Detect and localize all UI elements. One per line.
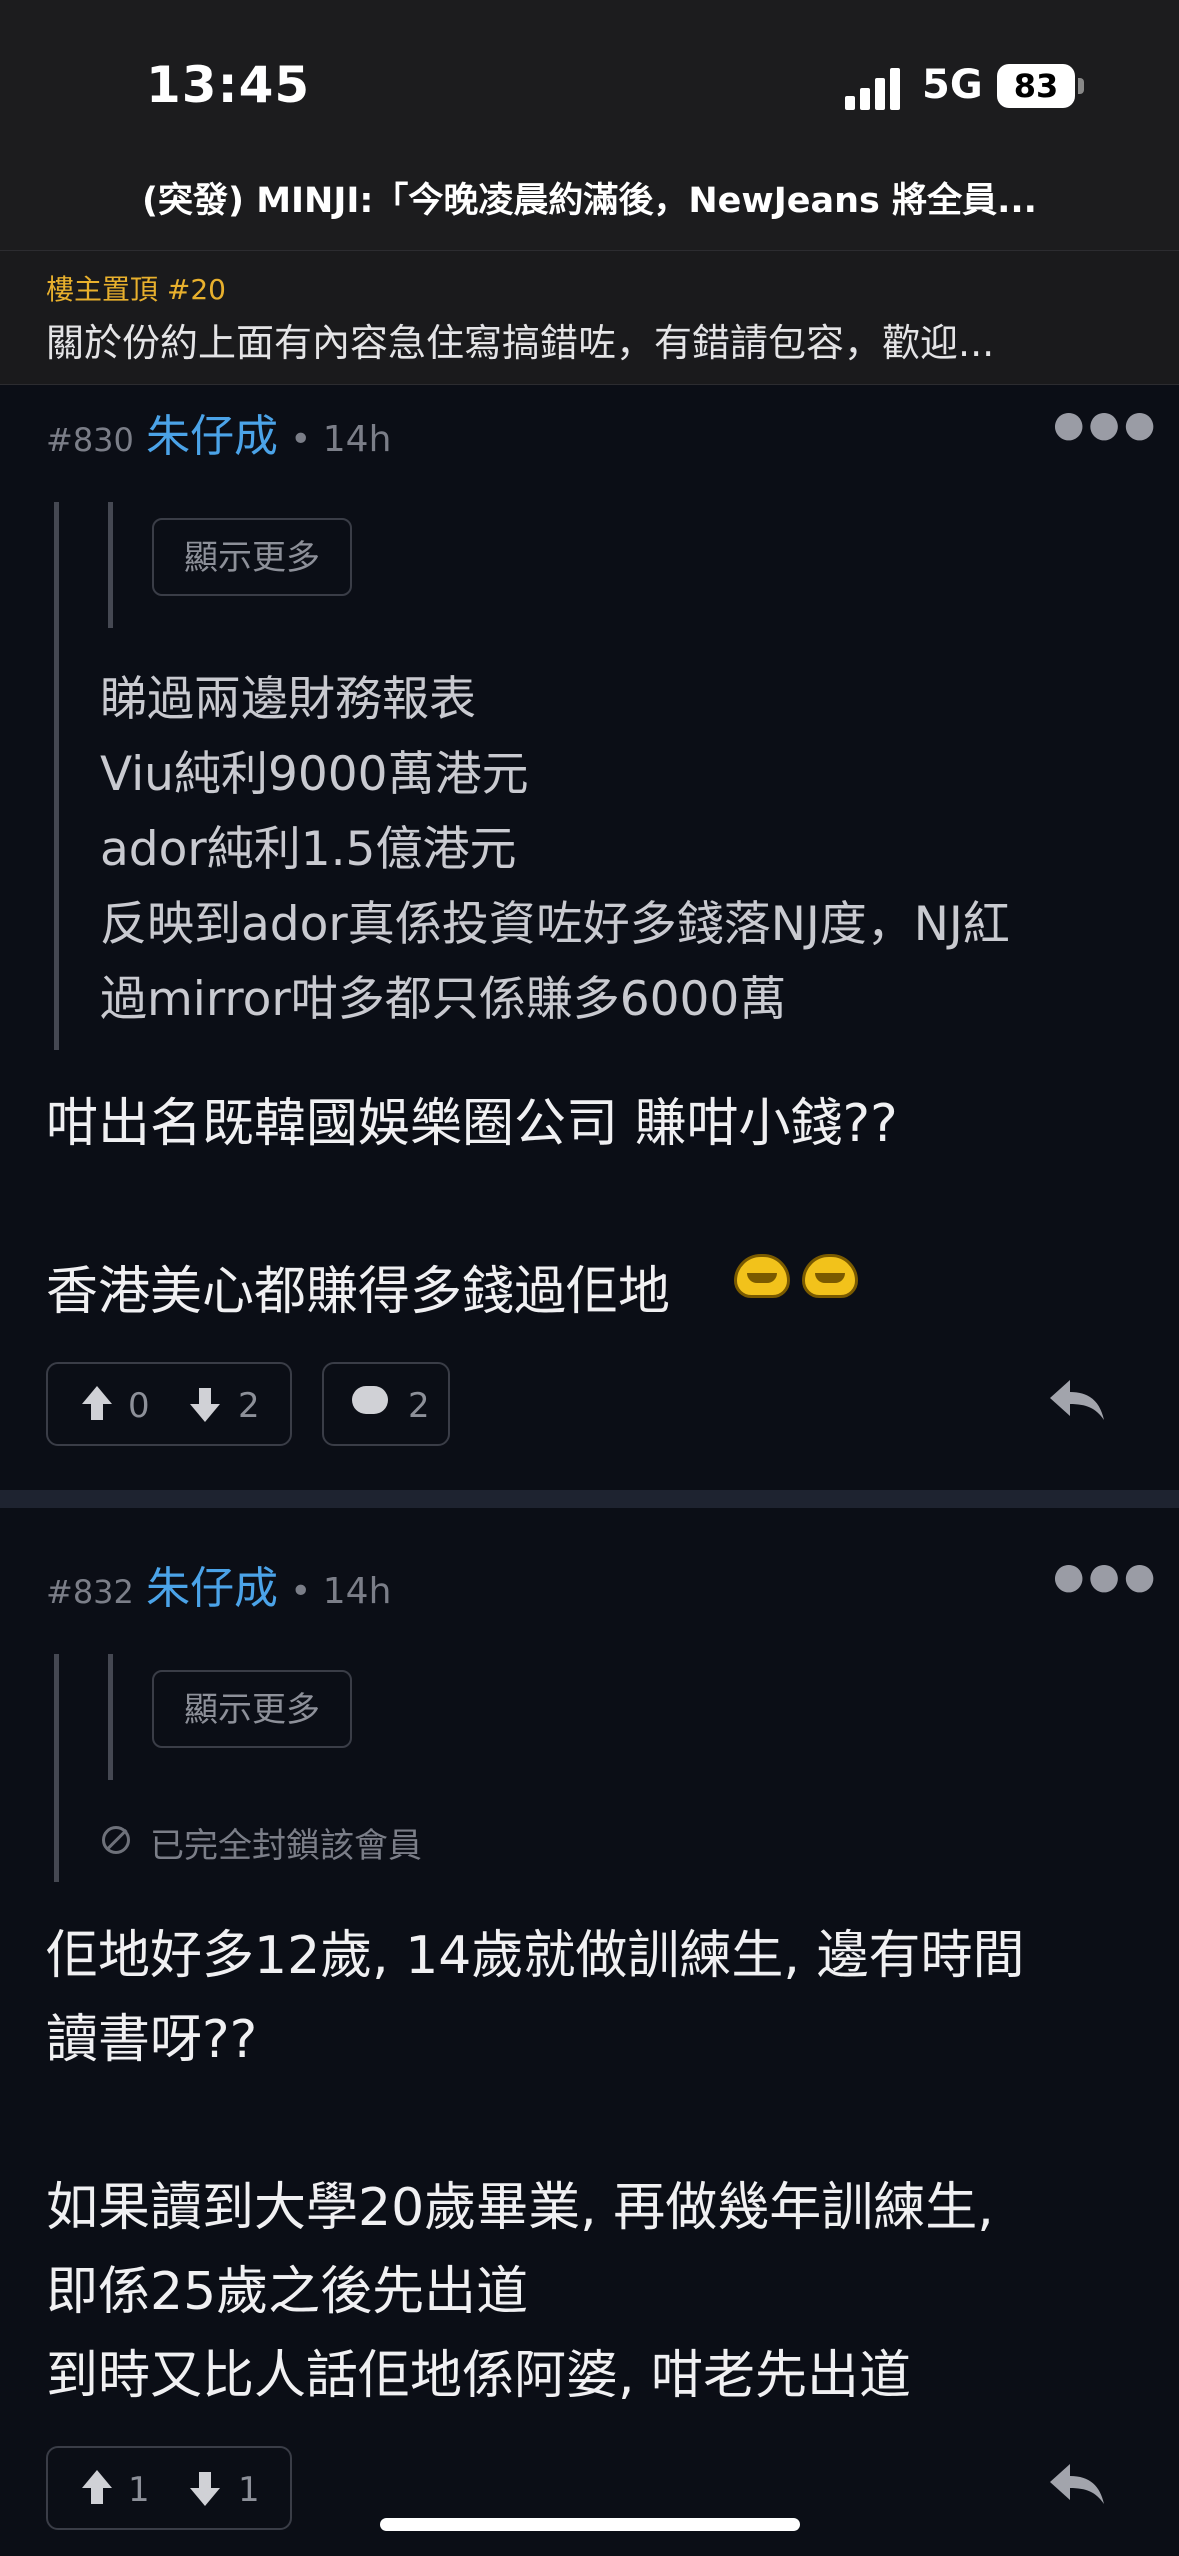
status-time: 13:45 <box>146 56 311 114</box>
body-line: 如果讀到大學20歲畢業, 再做幾年訓練生, <box>46 2178 994 2238</box>
comment-count: 2 <box>408 1386 430 1426</box>
comment-button[interactable]: 2 <box>322 1362 450 1446</box>
upvote-icon-stem <box>91 1404 103 1420</box>
body-line: 即係25歲之後先出道 <box>46 2262 529 2322</box>
vote-box: 1 1 <box>46 2446 292 2530</box>
nested-quote-bar <box>108 1654 113 1780</box>
quote-line: 過mirror咁多都只係賺多6000萬 <box>100 972 787 1027</box>
post-header: #830 朱仔成 • 14h <box>46 400 391 464</box>
upvote-icon[interactable] <box>82 2470 112 2488</box>
emoji-icon <box>734 1254 790 1298</box>
more-options-icon[interactable]: ●●● <box>1053 404 1159 445</box>
pinned-text[interactable]: 關於份約上面有內容急住寫搞錯咗，有錯請包容，歡迎... <box>46 312 1146 367</box>
quote-line: 反映到ador真係投資咗好多錢落NJ度，NJ紅 <box>100 897 1010 952</box>
nested-quote-bar <box>108 502 113 628</box>
quote-line: ador純利1.5億港元 <box>100 822 517 877</box>
quote-block: 睇過兩邊財務報表 Viu純利9000萬港元 ador純利1.5億港元 反映到ad… <box>100 662 1010 1037</box>
vote-box: 0 2 <box>46 1362 292 1446</box>
post-author[interactable]: 朱仔成 <box>146 411 278 462</box>
reply-icon[interactable] <box>1046 1376 1106 1424</box>
post-number: #832 <box>46 1573 134 1611</box>
reply-icon[interactable] <box>1046 2460 1106 2508</box>
body-line: 佢地好多12歲, 14歲就做訓練生, 邊有時間 <box>46 1926 1025 1986</box>
downvote-count: 2 <box>238 1386 260 1426</box>
blocked-icon <box>102 1826 130 1854</box>
downvote-count: 1 <box>238 2470 260 2510</box>
blocked-note: 已完全封鎖該會員 <box>150 1826 422 1866</box>
pinned-label: 樓主置頂 #20 <box>46 273 226 306</box>
post-body: 佢地好多12歲, 14歲就做訓練生, 邊有時間 讀書呀?? 如果讀到大學20歲畢… <box>46 1914 1024 2418</box>
post-time: • 14h <box>290 1571 392 1612</box>
body-line: 讀書呀?? <box>46 2010 258 2070</box>
comment-icon <box>352 1386 388 1414</box>
post-author[interactable]: 朱仔成 <box>146 1563 278 1614</box>
downvote-icon[interactable] <box>190 2488 220 2506</box>
upvote-icon[interactable] <box>82 1386 112 1404</box>
quote-line: 睇過兩邊財務報表 <box>100 672 476 727</box>
upvote-count: 0 <box>128 1386 150 1426</box>
more-options-icon[interactable]: ●●● <box>1053 1556 1159 1597</box>
home-indicator[interactable] <box>380 2518 800 2531</box>
show-more-button[interactable]: 顯示更多 <box>152 1670 352 1748</box>
signal-icon <box>845 68 905 110</box>
thread-title[interactable]: (突發) MINJI:「今晚凌晨約滿後，NewJeans 將全員... <box>0 172 1179 223</box>
emoji-icon <box>802 1254 858 1298</box>
body-line: 咁出名既韓國娛樂圈公司 賺咁小錢?? <box>46 1094 898 1154</box>
battery-cap <box>1078 78 1084 94</box>
body-line <box>46 2082 1024 2166</box>
body-line <box>46 1166 898 1250</box>
downvote-icon-stem <box>199 1388 211 1404</box>
quote-bar <box>54 502 59 1050</box>
body-line: 到時又比人話佢地係阿婆, 咁老先出道 <box>46 2346 912 2406</box>
post-number: #830 <box>46 421 134 459</box>
battery-icon: 83 <box>997 64 1075 108</box>
downvote-icon[interactable] <box>190 1404 220 1422</box>
post-time: • 14h <box>290 419 392 460</box>
post-header: #832 朱仔成 • 14h <box>46 1552 391 1616</box>
upvote-icon-stem <box>91 2488 103 2504</box>
network-label: 5G <box>922 62 983 108</box>
quote-bar <box>54 1654 59 1882</box>
show-more-button[interactable]: 顯示更多 <box>152 518 352 596</box>
downvote-icon-stem <box>199 2472 211 2488</box>
upvote-count: 1 <box>128 2470 150 2510</box>
post-divider <box>0 1490 1179 1508</box>
quote-line: Viu純利9000萬港元 <box>100 747 529 802</box>
